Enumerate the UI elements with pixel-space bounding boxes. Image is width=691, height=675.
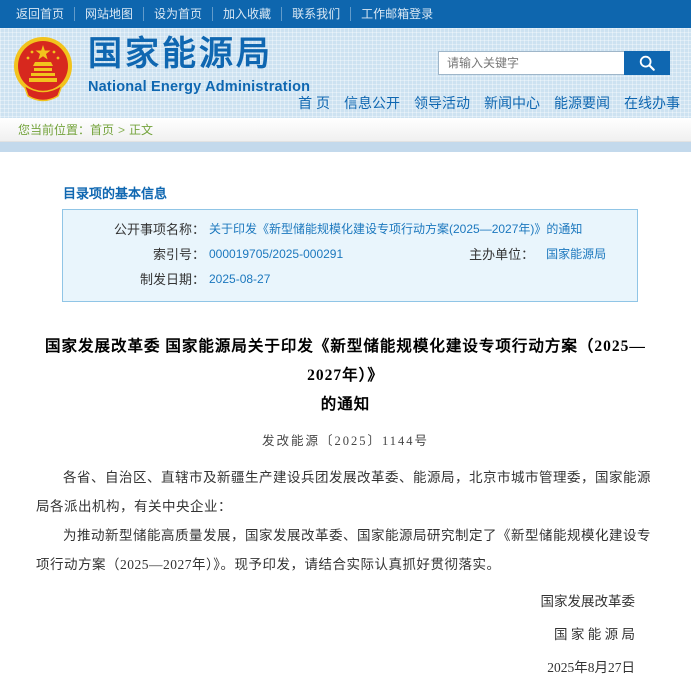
breadcrumb: 您当前位置：首页>正文 (0, 118, 691, 142)
article-title: 国家发展改革委 国家能源局关于印发《新型储能规模化建设专项行动方案（2025—2… (40, 332, 651, 419)
link-work-mail-login[interactable]: 工作邮箱登录 (351, 7, 443, 21)
date-value: 2025-08-27 (205, 267, 270, 292)
nav-news-center[interactable]: 新闻中心 (477, 93, 547, 113)
nav-energy-highlights[interactable]: 能源要闻 (547, 93, 617, 113)
search-icon (638, 54, 656, 72)
signature-nea: 国 家 能 源 局 (0, 628, 635, 642)
org-label: 主办单位： (469, 242, 534, 267)
document-number: 发改能源〔2025〕1144号 (0, 430, 691, 449)
link-sitemap[interactable]: 网站地图 (75, 7, 144, 21)
table-row: 制发日期： 2025-08-27 (63, 267, 637, 292)
breadcrumb-current: 正文 (129, 123, 153, 137)
breadcrumb-label: 您当前位置： (18, 123, 90, 137)
date-label: 制发日期： (63, 267, 205, 292)
paragraph-main: 为推动新型储能高质量发展，国家发展改革委、国家能源局研究制定了《新型储能规模化建… (36, 521, 655, 579)
divider-band (0, 142, 691, 152)
site-title-cn: 国家能源局 (88, 34, 310, 74)
signature-ndrc: 国家发展改革委 (0, 595, 635, 609)
site-title-en: National Energy Administration (88, 77, 310, 97)
table-row: 公开事项名称： 关于印发《新型储能规模化建设专项行动方案(2025—2027年)… (63, 217, 637, 242)
article-paragraphs: 各省、自治区、直辖市及新疆生产建设兵团发展改革委、能源局，北京市城市管理委，国家… (36, 463, 655, 579)
signature-block: 国家发展改革委 国 家 能 源 局 2025年8月27日 (0, 595, 635, 675)
table-row: 索引号： 000019705/2025-000291 主办单位： 国家能源局 (63, 242, 637, 267)
nav-home[interactable]: 首 页 (291, 93, 337, 113)
index-label: 索引号： (63, 242, 205, 267)
nav-leadership-activities[interactable]: 领导活动 (407, 93, 477, 113)
org-value-link[interactable]: 国家能源局 (534, 242, 606, 267)
paragraph-recipients: 各省、自治区、直辖市及新疆生产建设兵团发展改革委、能源局，北京市城市管理委，国家… (36, 463, 655, 521)
index-value: 000019705/2025-000291 (205, 242, 343, 267)
breadcrumb-home-link[interactable]: 首页 (90, 123, 114, 137)
breadcrumb-separator: > (114, 123, 129, 137)
link-back-home[interactable]: 返回首页 (6, 7, 75, 21)
catalog-section-title: 目录项的基本信息 (63, 183, 691, 202)
top-utility-bar: 返回首页 网站地图 设为首页 加入收藏 联系我们 工作邮箱登录 (0, 0, 691, 28)
name-label: 公开事项名称： (63, 217, 205, 242)
name-value: 关于印发《新型储能规模化建设专项行动方案(2025—2027年)》的通知 (205, 217, 582, 242)
search-input[interactable] (438, 51, 624, 75)
nav-info-disclosure[interactable]: 信息公开 (337, 93, 407, 113)
signature-date: 2025年8月27日 (0, 661, 635, 675)
article-title-line1: 国家发展改革委 国家能源局关于印发《新型储能规模化建设专项行动方案（2025—2… (40, 332, 651, 390)
search-box (438, 51, 670, 75)
main-content: 目录项的基本信息 公开事项名称： 关于印发《新型储能规模化建设专项行动方案(20… (0, 183, 691, 675)
nav-online-services[interactable]: 在线办事 (617, 93, 687, 113)
catalog-info-table: 公开事项名称： 关于印发《新型储能规模化建设专项行动方案(2025—2027年)… (62, 209, 638, 302)
link-set-homepage[interactable]: 设为首页 (144, 7, 213, 21)
article-title-line2: 的通知 (40, 390, 651, 419)
site-name-block: 国家能源局 National Energy Administration (88, 34, 310, 97)
search-button[interactable] (624, 51, 670, 75)
national-emblem-logo (10, 35, 76, 103)
main-navigation: 首 页 信息公开 领导活动 新闻中心 能源要闻 在线办事 (291, 93, 687, 113)
site-header: 国家能源局 National Energy Administration 首 页… (0, 28, 691, 118)
link-contact-us[interactable]: 联系我们 (282, 7, 351, 21)
article-body: 国家发展改革委 国家能源局关于印发《新型储能规模化建设专项行动方案（2025—2… (0, 332, 691, 675)
link-add-favorite[interactable]: 加入收藏 (213, 7, 282, 21)
